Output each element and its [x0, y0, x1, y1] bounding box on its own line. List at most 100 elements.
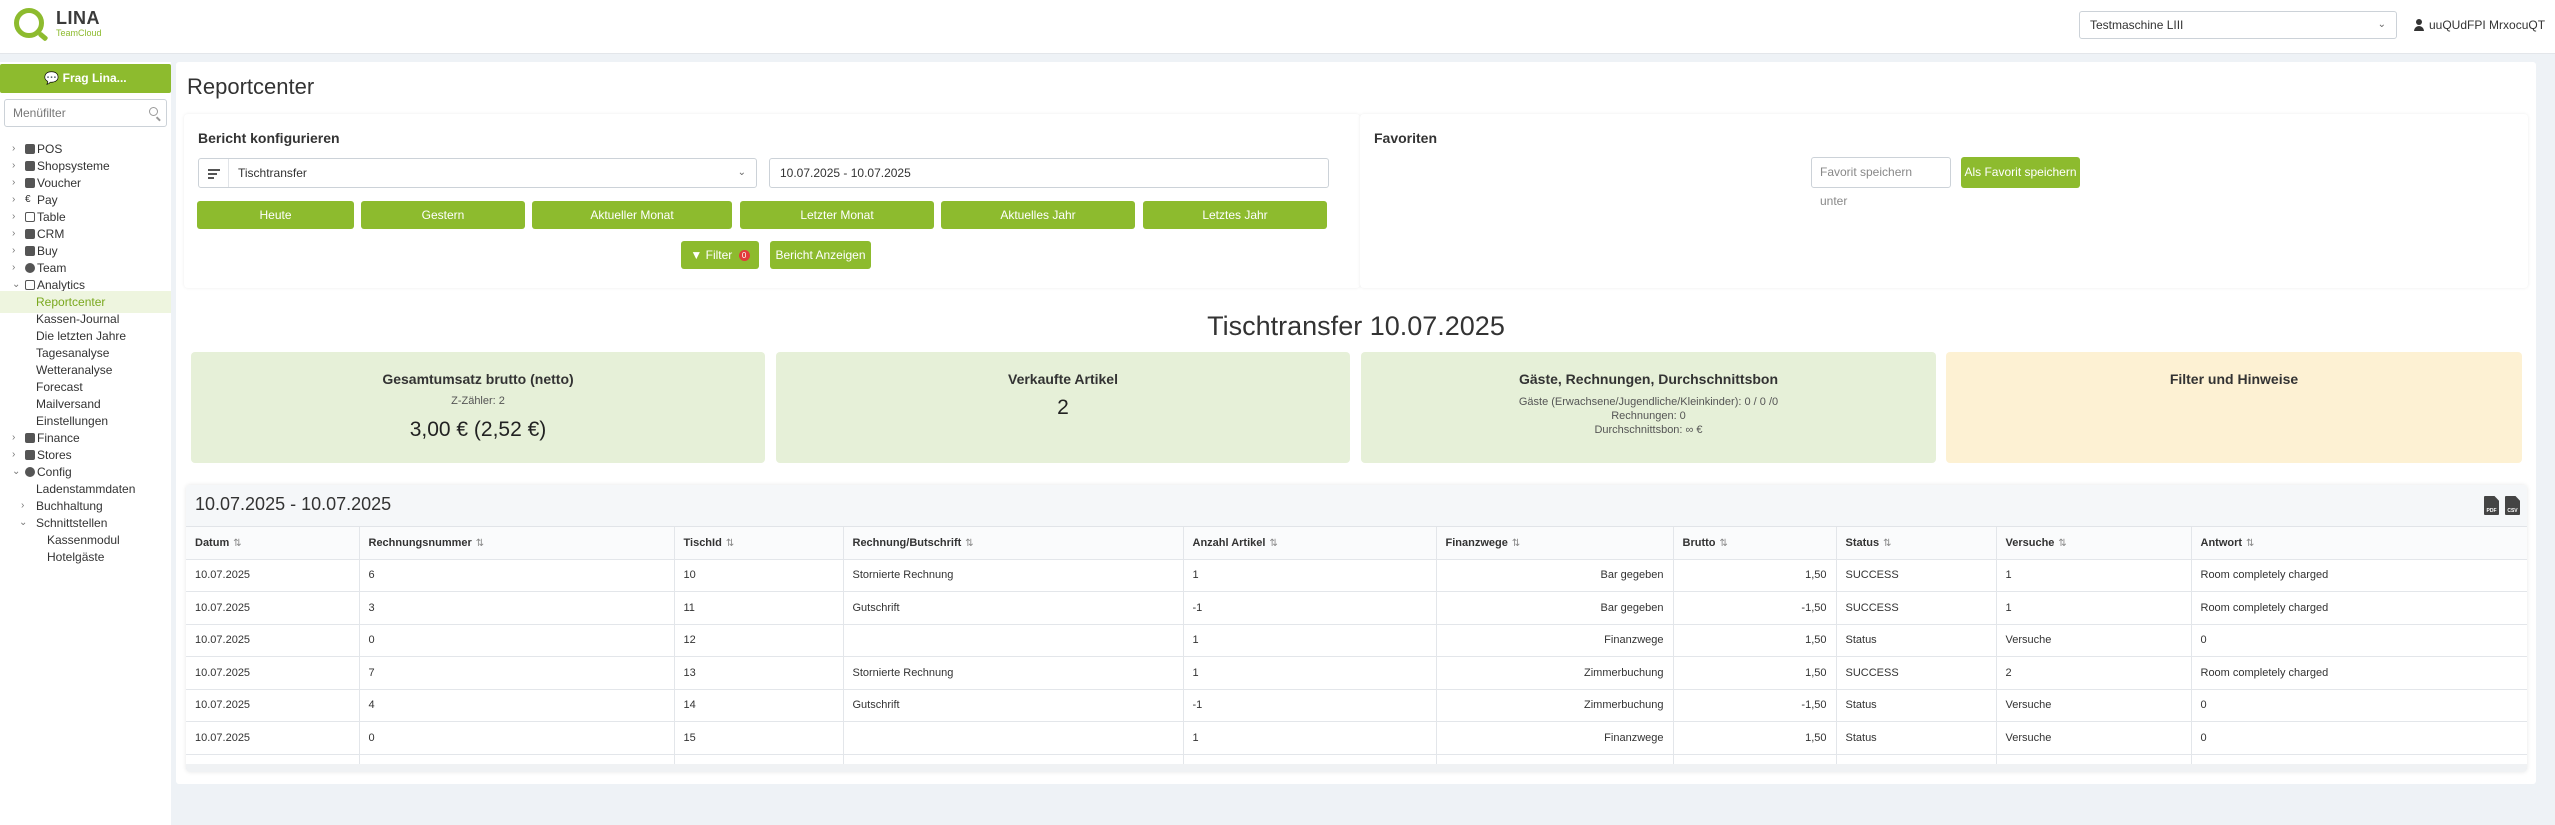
column-label: Versuche: [2005, 536, 2055, 549]
csv-export-label: CSV: [2507, 508, 2518, 514]
kpi-revenue: Gesamtumsatz brutto (netto) Z-Zähler: 2 …: [191, 352, 765, 463]
cell-rechnung-gutschrift: Stornierte Rechnung: [843, 656, 1184, 690]
page-title: Reportcenter: [187, 74, 315, 99]
cell-versuche: 1: [1996, 591, 2192, 625]
favorite-name-input[interactable]: Favorit speichern unter: [1811, 157, 1951, 208]
cell-versuche: Versuche: [1996, 689, 2192, 722]
column-header-brutto[interactable]: Brutto ⇅: [1673, 527, 1837, 560]
column-header-finanzwege[interactable]: Finanzwege ⇅: [1436, 527, 1674, 560]
column-label: Anzahl Artikel: [1192, 536, 1266, 549]
cell-finanzwege: Finanzwege: [1436, 624, 1674, 657]
chevron-down-icon: ⌄: [2377, 19, 2386, 30]
cell-rechnungsnummer: 3: [359, 591, 675, 625]
column-header-antwort[interactable]: Antwort ⇅: [2191, 527, 2527, 560]
report-table: Datum ⇅ Rechnungsnummer ⇅ TischId ⇅ Rechnun…: [186, 527, 2527, 769]
kpi-guests-line1: Gäste (Erwachsene/Jugendliche/Kleinkinde…: [1518, 396, 1779, 408]
main-panel: Reportcenter Bericht konfigurieren Tisch…: [176, 62, 2536, 784]
user-menu[interactable]: uuQUdFPI MrxocuQT: [2414, 18, 2545, 32]
cell-rechnung-gutschrift: [843, 721, 1184, 755]
filter-label: Filter: [705, 248, 733, 262]
sort-icon: ⇅: [965, 537, 974, 549]
column-label: Status: [1845, 536, 1880, 549]
save-favorite-button[interactable]: Als Favorit speichern: [1961, 157, 2080, 188]
sort-icon: ⇅: [2246, 537, 2255, 549]
ask-lina-button[interactable]: 💬 Frag Lina...: [0, 64, 171, 93]
pdf-export-icon[interactable]: PDF: [2484, 496, 2499, 515]
sort-icon: ⇅: [233, 537, 242, 549]
column-header-tischid[interactable]: TischId ⇅: [674, 527, 844, 560]
yesterday-button[interactable]: Gestern: [361, 201, 525, 229]
cell-datum: 10.07.2025: [186, 721, 360, 755]
chart-icon: [25, 280, 35, 290]
cell-finanzwege: Bar gegeben: [1436, 591, 1674, 625]
column-header-anzahl-artikel[interactable]: Anzahl Artikel ⇅: [1183, 527, 1437, 560]
cell-datum: 10.07.2025: [186, 624, 360, 657]
cell-status: SUCCESS: [1836, 591, 1997, 625]
kpi-filter-notes: Filter und Hinweise: [1946, 352, 2522, 463]
logo-sub-text: TeamCloud: [56, 27, 102, 38]
cell-anzahl-artikel: -1: [1183, 591, 1437, 625]
today-button[interactable]: Heute: [197, 201, 354, 229]
pos-icon: [25, 144, 35, 154]
csv-export-icon[interactable]: CSV: [2505, 496, 2520, 515]
kpi-sold-value: 2: [1057, 396, 1069, 419]
kpi-sold-items: Verkaufte Artikel 2: [776, 352, 1350, 463]
cell-versuche: 2: [1996, 656, 2192, 690]
megaphone-icon: [25, 229, 35, 239]
current-year-button[interactable]: Aktuelles Jahr: [941, 201, 1135, 229]
kpi-guests-line3: Durchschnittsbon: ∞ €: [1594, 424, 1703, 436]
cell-anzahl-artikel: 1: [1183, 624, 1437, 657]
table-header-bar: 10.07.2025 - 10.07.2025 PDF CSV: [186, 485, 2527, 527]
kpi-sold-title: Verkaufte Artikel: [1008, 371, 1118, 387]
column-header-rechnungsnummer[interactable]: Rechnungsnummer ⇅: [359, 527, 675, 560]
cell-brutto: 1,50: [1673, 721, 1837, 755]
users-icon: [25, 263, 35, 273]
report-type-value: Tischtransfer: [238, 166, 307, 180]
menu-filter-input[interactable]: Menüfilter: [4, 99, 167, 127]
column-header-datum[interactable]: Datum ⇅: [186, 527, 360, 560]
cell-brutto: -1,50: [1673, 689, 1837, 722]
gears-icon: [25, 467, 35, 477]
cell-rechnungsnummer: 0: [359, 721, 675, 755]
cell-tischid: 10: [674, 559, 844, 592]
table-row: 10.07.2025 7 13 Stornierte Rechnung 1 Zi…: [186, 656, 2527, 690]
sidebar-item-hotelgaeste[interactable]: Hotelgäste: [0, 546, 171, 568]
column-header-status[interactable]: Status ⇅: [1836, 527, 1997, 560]
sidebar-item-label: Hotelgäste: [47, 550, 105, 564]
sort-icon: ⇅: [1511, 537, 1521, 549]
show-report-button[interactable]: Bericht Anzeigen: [770, 241, 871, 269]
date-range-input[interactable]: 10.07.2025 - 10.07.2025: [769, 158, 1329, 188]
ask-lina-label: Frag Lina...: [62, 71, 127, 85]
kpi-guests-title: Gäste, Rechnungen, Durchschnittsbon: [1518, 371, 1779, 387]
cell-antwort: 0: [2191, 689, 2527, 722]
cart-icon: [25, 161, 35, 171]
table-header-row: Datum ⇅ Rechnungsnummer ⇅ TischId ⇅ Rechnun…: [186, 527, 2527, 560]
current-month-button[interactable]: Aktueller Monat: [532, 201, 732, 229]
user-name: uuQUdFPI MrxocuQT: [2429, 18, 2546, 32]
table-row: 10.07.2025 0 12 1 Finanzwege 1,50 Status…: [186, 624, 2527, 657]
last-year-button[interactable]: Letztes Jahr: [1143, 201, 1327, 229]
table-row: 10.07.2025 0 15 1 Finanzwege 1,50 Status…: [186, 721, 2527, 755]
user-icon: [2414, 19, 2424, 31]
kpi-guests: Gäste, Rechnungen, Durchschnittsbon Gäst…: [1361, 352, 1936, 463]
sort-icon: ⇅: [1883, 537, 1892, 549]
column-header-rechnung-gutschrift[interactable]: Rechnung/Butschrift ⇅: [843, 527, 1184, 560]
report-type-select[interactable]: Tischtransfer ⌄: [198, 158, 757, 188]
cell-anzahl-artikel: 1: [1183, 721, 1437, 755]
sort-icon: ⇅: [1269, 537, 1278, 549]
last-month-button[interactable]: Letzter Monat: [740, 201, 934, 229]
table-date-range: 10.07.2025 - 10.07.2025: [195, 494, 392, 514]
cell-finanzwege: Zimmerbuchung: [1436, 656, 1674, 690]
lina-logo[interactable]: LINA TeamCloud: [14, 8, 102, 38]
column-label: Brutto: [1682, 536, 1716, 549]
filter-button[interactable]: ▼ Filter 0: [681, 241, 759, 269]
cell-brutto: 1,50: [1673, 559, 1837, 592]
favorites-card: Favoriten: [1360, 114, 2528, 288]
machine-select[interactable]: Testmaschine LIII ⌄: [2079, 11, 2397, 39]
cell-brutto: 1,50: [1673, 624, 1837, 657]
column-header-versuche[interactable]: Versuche ⇅: [1996, 527, 2192, 560]
horizontal-scrollbar[interactable]: [186, 764, 2527, 772]
calculator-icon: [25, 433, 35, 443]
cell-tischid: 12: [674, 624, 844, 657]
table-row: 10.07.2025 3 11 Gutschrift -1 Bar gegebe…: [186, 591, 2527, 625]
